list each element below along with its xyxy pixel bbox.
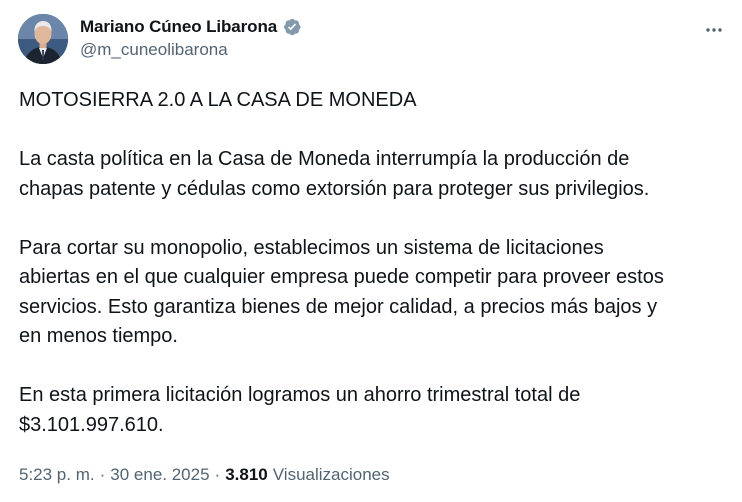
tweet-text: MOTOSIERRA 2.0 A LA CASA DE MONEDA La ca… bbox=[19, 86, 725, 440]
avatar[interactable] bbox=[18, 14, 68, 64]
user-handle[interactable]: @m_cuneolibarona bbox=[80, 40, 302, 60]
tweet-metadata: 5:23 p. m. · 30 ene. 2025 · 3.810 Visual… bbox=[19, 465, 390, 485]
tweet-paragraph-title: MOTOSIERRA 2.0 A LA CASA DE MONEDA bbox=[19, 89, 417, 111]
tweet-paragraph: La casta política en la Casa de Moneda i… bbox=[19, 148, 650, 200]
more-options-icon[interactable] bbox=[702, 18, 726, 42]
verified-badge-icon[interactable] bbox=[282, 17, 302, 37]
tweet-date[interactable]: 30 ene. 2025 bbox=[110, 465, 209, 485]
tweet-header: Mariano Cúneo Libarona @m_cuneolibarona bbox=[18, 10, 728, 70]
views-label: Visualizaciones bbox=[272, 465, 390, 484]
tweet-paragraph: En esta primera licitación logramos un a… bbox=[19, 384, 581, 436]
author-names: Mariano Cúneo Libarona @m_cuneolibarona bbox=[80, 16, 302, 60]
meta-separator: · bbox=[214, 465, 221, 484]
tweet: Mariano Cúneo Libarona @m_cuneolibarona … bbox=[0, 0, 742, 502]
display-name[interactable]: Mariano Cúneo Libarona bbox=[80, 17, 277, 37]
meta-separator: · bbox=[99, 465, 106, 484]
display-name-row: Mariano Cúneo Libarona bbox=[80, 16, 302, 38]
views-count: 3.810 bbox=[225, 465, 268, 484]
tweet-paragraph: Para cortar su monopolio, establecimos u… bbox=[19, 236, 664, 348]
tweet-time[interactable]: 5:23 p. m. bbox=[19, 465, 95, 485]
